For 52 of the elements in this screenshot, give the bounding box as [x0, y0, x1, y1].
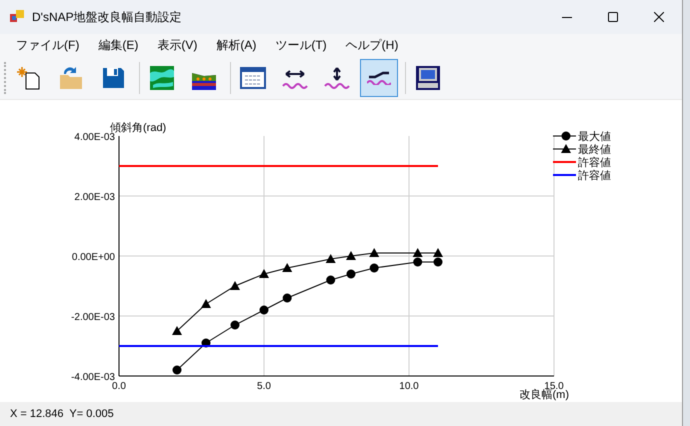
- table-window-icon: [240, 64, 266, 90]
- menu-item[interactable]: ツール(T): [267, 36, 335, 54]
- legend-label: 許容値: [578, 157, 611, 169]
- minimize-icon: [562, 16, 572, 18]
- point: [326, 276, 336, 284]
- point: [201, 299, 211, 308]
- app-icon: [10, 10, 24, 24]
- point: [434, 258, 442, 266]
- point: [433, 248, 443, 257]
- x-tick-label: 5.0: [257, 381, 271, 392]
- menu-item[interactable]: ファイル(F): [8, 36, 88, 54]
- point: [346, 251, 356, 260]
- menu-item[interactable]: 解析(A): [208, 36, 264, 54]
- menu-item[interactable]: 編集(E): [90, 36, 146, 54]
- toolbar-button[interactable]: [360, 58, 398, 96]
- point: [172, 326, 182, 335]
- status-text: X = 12.846 Y= 0.005: [10, 406, 114, 422]
- menu-item[interactable]: ヘルプ(H): [338, 36, 406, 54]
- point: [346, 270, 356, 278]
- point: [326, 254, 336, 263]
- computer-icon: [415, 64, 441, 90]
- point: [230, 281, 240, 290]
- close-icon: [654, 12, 664, 22]
- window-title: D'sNAP地盤改良幅自動設定: [32, 9, 183, 26]
- slope-line-icon: [367, 70, 391, 84]
- point: [413, 258, 422, 266]
- point: [230, 320, 240, 330]
- x-tick-label: 0.0: [112, 381, 126, 392]
- y-tick-label: 0.00E+00: [72, 252, 115, 263]
- y-axis-title: 傾斜角(rad): [110, 122, 166, 134]
- y-tick-label: -2.00E-03: [71, 312, 115, 323]
- point: [282, 294, 292, 302]
- point: [259, 269, 269, 278]
- y-tick-label: 2.00E-03: [74, 192, 115, 203]
- point: [172, 366, 182, 374]
- point: [370, 264, 379, 272]
- vertical-arrow-icon: [324, 64, 350, 90]
- map-icon: [149, 64, 175, 90]
- new-file-icon: [16, 64, 42, 90]
- point: [260, 306, 268, 314]
- point: [369, 248, 380, 257]
- x-tick-label: 10.0: [399, 381, 419, 392]
- open-folder-icon: [58, 64, 84, 90]
- legend-label: 最大値: [578, 131, 611, 143]
- point: [412, 248, 423, 257]
- legend-label: 許容値: [578, 170, 611, 182]
- menu-item[interactable]: 表示(V): [149, 36, 206, 54]
- legend-label: 最終値: [578, 144, 611, 156]
- y-tick-label: -4.00E-03: [71, 372, 115, 383]
- maximize-icon: [608, 12, 618, 22]
- point: [282, 263, 292, 272]
- y-tick-label: 4.00E-03: [74, 132, 115, 143]
